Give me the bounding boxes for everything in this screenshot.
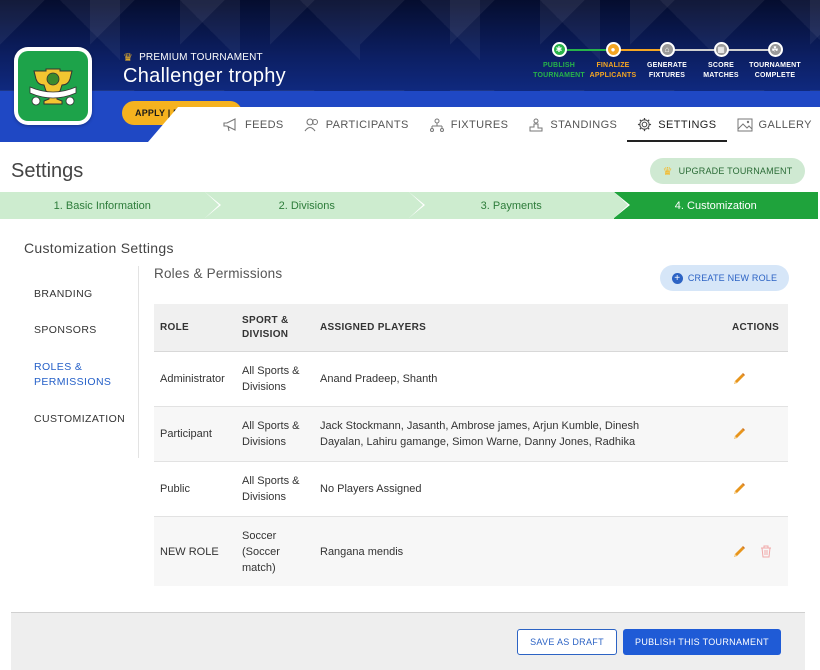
settings-wizard: 1. Basic Information 2. Divisions 3. Pay…	[0, 192, 818, 219]
role-sport: All Sports & Divisions	[242, 365, 300, 393]
tournament-logo	[14, 47, 92, 125]
tournament-progress-stepper: ✱ PUBLISH TOURNAMENT ● FINALIZE APPLICANTS…	[530, 42, 820, 92]
table-row: Public All Sports & Divisions No Players …	[154, 462, 788, 517]
role-actions	[726, 372, 788, 386]
wizard-step-basic-information[interactable]: 1. Basic Information	[0, 192, 221, 219]
roles-table: ROLE SPORT & DIVISION ASSIGNED PLAYERS AC…	[154, 304, 788, 586]
step-score-matches[interactable]: ▦ SCORE MATCHES	[691, 42, 751, 81]
col-actions: ACTIONS	[732, 321, 780, 333]
bracket-icon	[429, 118, 444, 132]
table-row: Participant All Sports & Divisions Jack S…	[154, 407, 788, 462]
col-sport-division: SPORT & DIVISION	[242, 314, 289, 340]
wizard-step-payments[interactable]: 3. Payments	[409, 192, 630, 219]
edit-pencil-icon[interactable]	[732, 372, 746, 386]
role-actions	[726, 482, 788, 496]
role-name: Participant	[160, 428, 212, 440]
role-players: Anand Pradeep, Shanth	[320, 373, 438, 385]
tournament-title: Challenger trophy	[123, 65, 286, 87]
step-publish-tournament[interactable]: ✱ PUBLISH TOURNAMENT	[529, 42, 589, 81]
wizard-step-label: 3. Payments	[480, 199, 542, 212]
role-players: No Players Assigned	[320, 483, 422, 495]
tab-fixtures-label: FIXTURES	[450, 118, 509, 131]
col-role: ROLE	[160, 321, 189, 333]
step-finalize-applicants[interactable]: ● FINALIZE APPLICANTS	[583, 42, 643, 81]
side-item-roles-permissions[interactable]: ROLES & PERMISSIONS	[34, 360, 111, 390]
tab-feeds[interactable]: FEEDS	[178, 107, 294, 142]
role-players: Jack Stockmann, Jasanth, Ambrose james, …	[320, 420, 640, 448]
side-item-customization[interactable]: CUSTOMIZATION	[34, 412, 125, 427]
delete-trash-icon[interactable]	[760, 545, 772, 558]
col-assigned-players: ASSIGNED PLAYERS	[320, 321, 427, 333]
wizard-step-divisions[interactable]: 2. Divisions	[204, 192, 425, 219]
role-actions	[726, 545, 788, 559]
edit-pencil-icon[interactable]	[732, 482, 746, 496]
role-name: NEW ROLE	[160, 545, 219, 558]
role-name: Administrator	[160, 373, 225, 385]
bracket-icon: ⌂	[659, 42, 675, 57]
save-as-draft-button[interactable]: SAVE AS DRAFT	[517, 629, 617, 655]
crown-icon: ♛	[662, 165, 673, 178]
side-item-sponsors[interactable]: SPONSORS	[34, 323, 97, 338]
publish-tournament-button[interactable]: PUBLISH THIS TOURNAMENT	[623, 629, 781, 655]
tab-settings-label: SETTINGS	[658, 118, 717, 131]
tab-gallery[interactable]: GALLERY	[727, 107, 820, 142]
tab-gallery-label: GALLERY	[758, 118, 812, 131]
table-row: NEW ROLE Soccer (Soccer match) Rangana men…	[154, 517, 788, 586]
premium-badge: ♛ PREMIUM TOURNAMENT	[123, 51, 263, 64]
tab-feeds-label: FEEDS	[245, 118, 284, 131]
create-new-role-button[interactable]: + CREATE NEW ROLE	[660, 265, 789, 291]
role-players: Rangana mendis	[320, 545, 404, 558]
plus-icon: +	[671, 272, 683, 284]
tab-fixtures[interactable]: FIXTURES	[419, 107, 519, 142]
check-gear-icon: ✱	[551, 42, 567, 57]
tab-settings[interactable]: SETTINGS	[627, 107, 727, 142]
trophy-icon: ☘	[767, 42, 783, 57]
role-actions	[726, 427, 788, 441]
create-role-label: CREATE NEW ROLE	[687, 273, 778, 283]
image-icon	[737, 118, 753, 131]
trophy-logo-icon	[29, 68, 77, 106]
tab-standings[interactable]: STANDINGS	[518, 107, 627, 142]
role-sport: All Sports & Divisions	[242, 420, 300, 448]
wizard-step-label: 1. Basic Information	[53, 199, 151, 212]
crown-icon: ♛	[123, 52, 134, 64]
wizard-step-customization[interactable]: 4. Customization	[613, 192, 818, 219]
tab-standings-label: STANDINGS	[550, 118, 618, 131]
podium-icon	[529, 118, 543, 131]
table-header: ROLE SPORT & DIVISION ASSIGNED PLAYERS AC…	[154, 304, 788, 352]
tab-participants[interactable]: PARTICIPANTS	[294, 107, 419, 142]
edit-pencil-icon[interactable]	[732, 545, 746, 559]
side-nav-divider	[138, 266, 139, 458]
step-tournament-complete[interactable]: ☘ TOURNAMENT COMPLETE	[745, 42, 805, 81]
role-sport: All Sports & Divisions	[242, 475, 300, 503]
tournament-nav: FEEDS PARTICIPANTS FIXTURES STANDINGS SE…	[148, 107, 820, 142]
customization-settings-title: Customization Settings	[24, 240, 174, 256]
page-title: Settings	[11, 160, 84, 182]
user-icon: ●	[605, 42, 621, 57]
gear-icon	[638, 117, 652, 132]
scoreboard-icon: ▦	[713, 42, 729, 57]
side-item-branding[interactable]: BRANDING	[34, 287, 93, 302]
table-row: Administrator All Sports & Divisions Anan…	[154, 352, 788, 407]
edit-pencil-icon[interactable]	[732, 427, 746, 441]
megaphone-icon	[223, 117, 236, 131]
upgrade-tournament-button[interactable]: ♛ UPGRADE TOURNAMENT	[650, 158, 805, 184]
wizard-step-label: 4. Customization	[674, 199, 757, 212]
upgrade-label: UPGRADE TOURNAMENT	[678, 166, 793, 176]
role-sport: Soccer (Soccer match)	[242, 529, 280, 574]
roles-permissions-title: Roles & Permissions	[154, 266, 283, 281]
step-generate-fixtures[interactable]: ⌂ GENERATE FIXTURES	[637, 42, 697, 81]
premium-label: PREMIUM TOURNAMENT	[139, 52, 263, 63]
users-icon	[304, 117, 318, 131]
tab-participants-label: PARTICIPANTS	[325, 118, 409, 131]
wizard-step-label: 2. Divisions	[278, 199, 335, 212]
role-name: Public	[160, 483, 190, 495]
